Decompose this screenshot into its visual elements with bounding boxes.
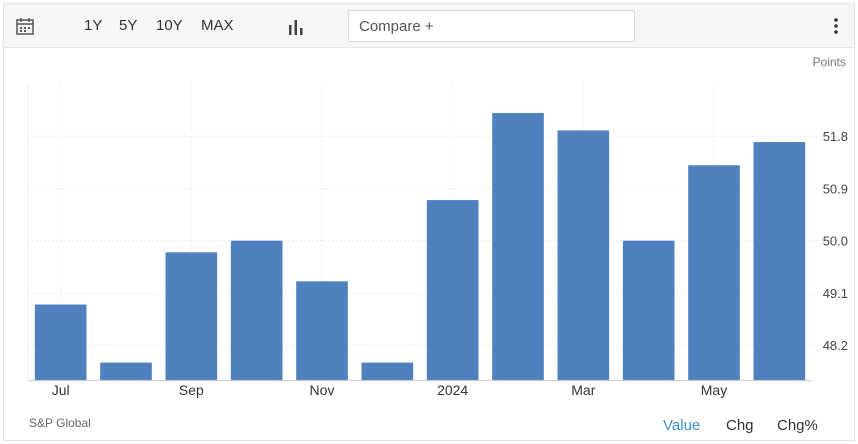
bar-oct	[230, 240, 283, 380]
bar-aug	[100, 362, 152, 380]
x-tick-label: Nov	[310, 382, 335, 398]
bar-2024	[426, 200, 479, 380]
bar-chart: 48.2 49.1 50.0 50.9 51.8 Jul Sep Nov 2024 Mar May	[27, 84, 848, 398]
bar-sep	[165, 252, 218, 380]
bar-jul	[34, 304, 87, 380]
bar-mar	[557, 130, 610, 380]
bar-apr	[622, 240, 675, 380]
bar-dec	[361, 362, 414, 380]
x-tick-label: Mar	[571, 382, 595, 398]
y-tick-label: 48.2	[823, 338, 848, 353]
mode-chg-button[interactable]: Chg	[726, 417, 754, 434]
x-tick-label: Jul	[52, 382, 70, 398]
y-tick-label: 51.8	[823, 129, 848, 144]
x-tick-label: 2024	[437, 382, 468, 398]
source-label: S&P Global	[29, 416, 91, 430]
x-tick-label: May	[701, 382, 727, 398]
y-tick-label: 50.9	[823, 181, 848, 196]
bar-jun	[753, 142, 806, 380]
mode-value-button[interactable]: Value	[663, 417, 700, 434]
mode-chg-percent-button[interactable]: Chg%	[777, 417, 818, 434]
y-tick-label: 50.0	[823, 234, 848, 249]
y-tick-label: 49.1	[823, 286, 848, 301]
x-tick-label: Sep	[179, 382, 204, 398]
bar-feb	[492, 113, 544, 381]
bar-nov	[296, 281, 348, 380]
bar-may	[688, 165, 740, 380]
